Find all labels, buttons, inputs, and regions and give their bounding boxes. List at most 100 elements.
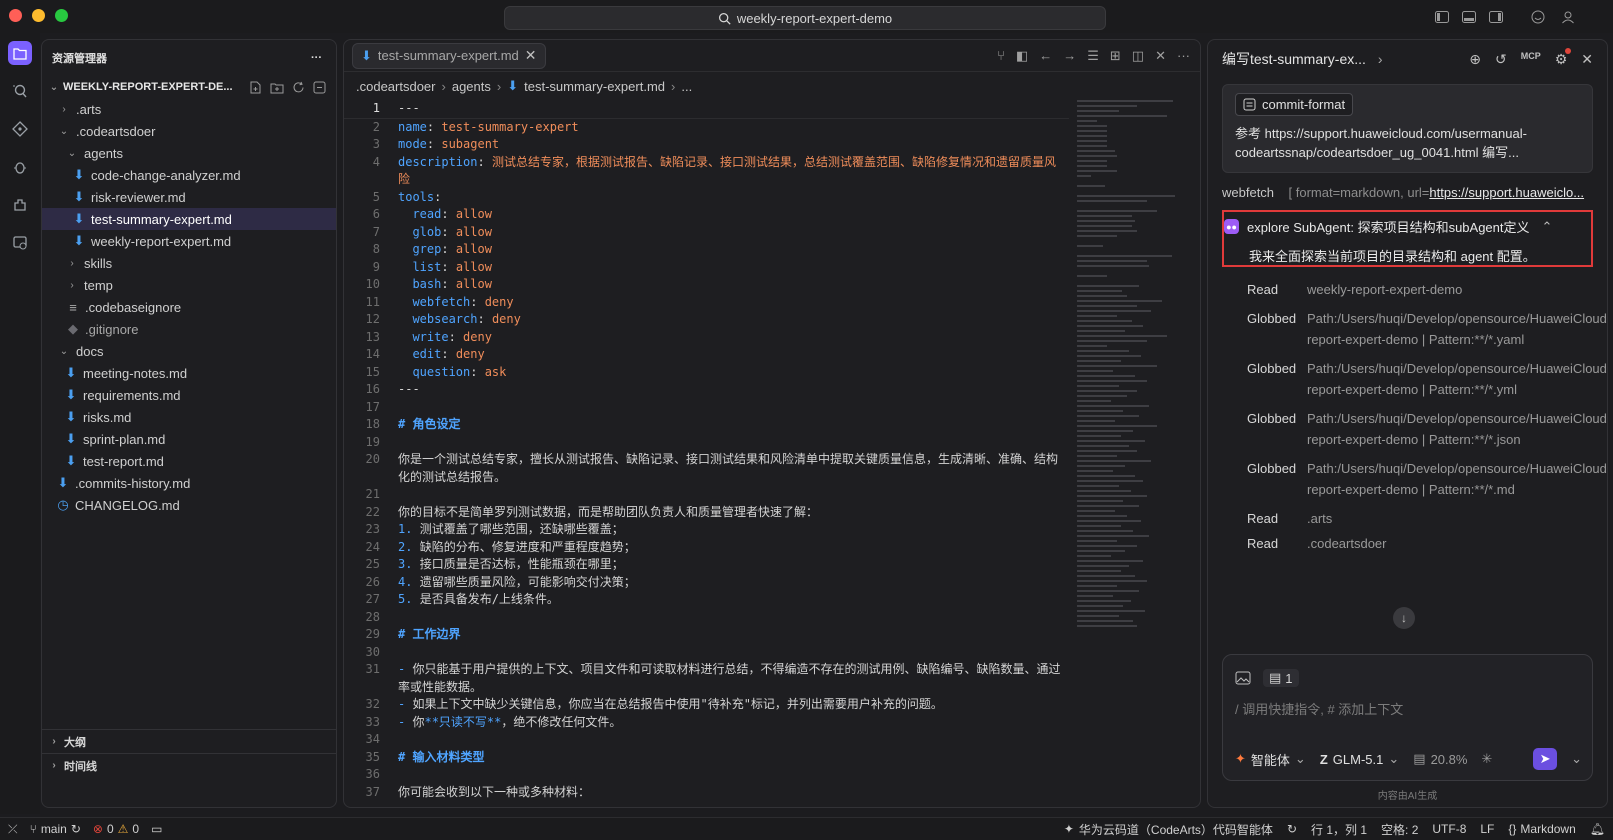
code-line[interactable]: 5 tools:	[344, 189, 1069, 207]
breadcrumb-item[interactable]: agents	[452, 79, 491, 94]
tree-file-meeting-notes[interactable]: ⬇ meeting-notes.md	[42, 362, 336, 384]
outline-section[interactable]: › 大纲	[42, 729, 336, 753]
code-line[interactable]: 24 2. 缺陷的分布、修复进度和严重程度趋势；	[344, 539, 1069, 557]
code-line[interactable]: 20 你是一个测试总结专家，擅长从测试报告、缺陷记录、接口测试结果和风险清单中提取…	[344, 451, 1069, 486]
code-line[interactable]: 7 glob: allow	[344, 224, 1069, 242]
maximize-window-button[interactable]	[55, 9, 68, 22]
code-line[interactable]: 9 list: allow	[344, 259, 1069, 277]
agent-mode-selector[interactable]: ✦ 智能体 ⌄	[1235, 750, 1306, 769]
send-button[interactable]: ➤	[1533, 748, 1558, 770]
list-icon[interactable]: ☰	[1087, 48, 1099, 64]
debug-icon[interactable]	[8, 155, 32, 179]
code-line[interactable]: 36	[344, 766, 1069, 784]
breadcrumb-item[interactable]: test-summary-expert.md	[524, 79, 665, 94]
codearts-agent-status[interactable]: ✦ 华为云码道（CodeArts）代码智能体	[1064, 821, 1273, 838]
remote-explorer-icon[interactable]	[8, 231, 32, 255]
code-editor[interactable]: 1 --- 2 name: test-summary-expert 3 mode: sub…	[344, 100, 1069, 807]
tab-test-summary-expert[interactable]: ⬇ test-summary-expert.md ✕	[352, 42, 546, 69]
code-line[interactable]: 30	[344, 644, 1069, 662]
tree-file-sprint-plan[interactable]: ⬇ sprint-plan.md	[42, 428, 336, 450]
chat-title[interactable]: 编写test-summary-ex...	[1222, 49, 1366, 69]
preview-icon[interactable]: ⊞	[1110, 48, 1121, 64]
code-line[interactable]: 1 ---	[344, 100, 1069, 119]
sparkle-icon[interactable]: ✳	[1481, 751, 1492, 767]
toggle-sidebar-icon[interactable]	[1434, 9, 1450, 25]
new-chat-icon[interactable]: ⊕	[1469, 51, 1481, 68]
code-line[interactable]: 18 # 角色设定	[344, 416, 1069, 434]
breadcrumb-item[interactable]: ...	[681, 79, 692, 94]
tree-file-test-report[interactable]: ⬇ test-report.md	[42, 450, 336, 472]
go-forward-icon[interactable]: →	[1063, 48, 1076, 64]
go-back-icon[interactable]: ←	[1039, 48, 1052, 64]
chevron-right-icon[interactable]: ›	[1378, 51, 1383, 67]
code-line[interactable]: 34	[344, 731, 1069, 749]
tree-file-risk-reviewer[interactable]: ⬇ risk-reviewer.md	[42, 186, 336, 208]
tree-file-test-summary-expert[interactable]: ⬇ test-summary-expert.md	[42, 208, 336, 230]
minimap[interactable]	[1077, 100, 1177, 660]
branch-compare-icon[interactable]: ⑂	[997, 48, 1005, 64]
workspace-root[interactable]: ⌄ WEEKLY-REPORT-EXPERT-DE...	[42, 76, 336, 98]
search-icon[interactable]	[8, 79, 32, 103]
code-line[interactable]: 17	[344, 399, 1069, 417]
code-line[interactable]: 11 webfetch: deny	[344, 294, 1069, 312]
branch-indicator[interactable]: ⑂ main ↻	[30, 822, 81, 836]
source-control-icon[interactable]	[8, 117, 32, 141]
commit-format-chip[interactable]: commit-format	[1235, 93, 1354, 116]
code-line[interactable]: 12 websearch: deny	[344, 311, 1069, 329]
tree-file-commits-history[interactable]: ⬇ .commits-history.md	[42, 472, 336, 494]
code-line[interactable]: 22 你的目标不是简单罗列测试数据，而是帮助团队负责人和质量管理者快速了解：	[344, 504, 1069, 522]
chevron-up-icon[interactable]: ⌃	[1542, 219, 1553, 235]
chat-input-placeholder[interactable]: / 调用快捷指令, # 添加上下文	[1223, 687, 1592, 718]
code-line[interactable]: 27 5. 是否具备发布/上线条件。	[344, 591, 1069, 609]
terminal-icon[interactable]: ▭	[151, 822, 162, 836]
problems-indicator[interactable]: ⊗ 0 ⚠ 0	[93, 822, 139, 836]
chevron-down-icon[interactable]: ⌄	[1571, 751, 1582, 767]
code-line[interactable]: 25 3. 接口质量是否达标，性能瓶颈在哪里；	[344, 556, 1069, 574]
tree-folder-temp[interactable]: › temp	[42, 274, 336, 296]
breadcrumb-item[interactable]: .codeartsdoer	[356, 79, 436, 94]
new-folder-icon[interactable]	[270, 81, 284, 94]
code-line[interactable]: 23 1. 测试覆盖了哪些范围，还缺哪些覆盖；	[344, 521, 1069, 539]
explorer-icon[interactable]	[8, 41, 32, 65]
tree-file-weekly-report-expert[interactable]: ⬇ weekly-report-expert.md	[42, 230, 336, 252]
model-selector[interactable]: Z GLM-5.1 ⌄	[1320, 751, 1399, 767]
code-line[interactable]: 35 # 输入材料类型	[344, 749, 1069, 767]
split-editor-icon[interactable]: ◫	[1132, 48, 1144, 64]
code-line[interactable]: 14 edit: deny	[344, 346, 1069, 364]
tree-folder-arts[interactable]: › .arts	[42, 98, 336, 120]
command-search-box[interactable]: weekly-report-expert-demo	[504, 6, 1106, 30]
code-line[interactable]: 4 description: 测试总结专家，根据测试报告、缺陷记录、接口测试结果，…	[344, 154, 1069, 189]
code-line[interactable]: 29 # 工作边界	[344, 626, 1069, 644]
cursor-position[interactable]: 行 1，列 1	[1311, 821, 1367, 838]
encoding[interactable]: UTF-8	[1432, 822, 1466, 836]
code-line[interactable]: 21	[344, 486, 1069, 504]
code-line[interactable]: 13 write: deny	[344, 329, 1069, 347]
code-line[interactable]: 32- 如果上下文中缺少关键信息，你应当在总结报告中使用"待补充"标记，并列出需…	[344, 696, 1069, 714]
subagent-header[interactable]: ●● explore SubAgent: 探索项目结构和subAgent定义 ⌃	[1224, 217, 1591, 236]
new-file-icon[interactable]	[249, 81, 262, 94]
close-panel-icon[interactable]: ✕	[1581, 51, 1593, 68]
code-line[interactable]: 6 read: allow	[344, 206, 1069, 224]
collapse-all-icon[interactable]	[313, 81, 326, 94]
more-actions-icon[interactable]: ···	[311, 52, 322, 64]
tree-folder-codeartsdoer[interactable]: ⌄ .codeartsdoer	[42, 120, 336, 142]
tree-file-requirements[interactable]: ⬇ requirements.md	[42, 384, 336, 406]
refresh-icon[interactable]	[292, 81, 305, 94]
close-editor-icon[interactable]: ✕	[1155, 48, 1166, 64]
settings-icon[interactable]: ⚙	[1555, 47, 1572, 68]
code-line[interactable]: 28	[344, 609, 1069, 627]
minimize-window-button[interactable]	[32, 9, 45, 22]
history-icon[interactable]: ↺	[1495, 51, 1507, 68]
code-line[interactable]: 15 question: ask	[344, 364, 1069, 382]
sync-icon[interactable]: ↻	[1287, 822, 1297, 836]
tree-file-gitignore[interactable]: ◆ .gitignore	[42, 318, 336, 340]
scroll-down-button[interactable]: ↓	[1393, 607, 1415, 629]
code-line[interactable]: 10 bash: allow	[344, 276, 1069, 294]
mcp-icon[interactable]: MCP	[1521, 51, 1541, 68]
image-upload-icon[interactable]	[1235, 671, 1251, 685]
code-line[interactable]: 8 grep: allow	[344, 241, 1069, 259]
toggle-secondary-sidebar-icon[interactable]	[1488, 9, 1504, 25]
language-mode[interactable]: {} Markdown	[1508, 822, 1575, 836]
indentation[interactable]: 空格: 2	[1381, 821, 1418, 838]
extensions-icon[interactable]	[8, 193, 32, 217]
